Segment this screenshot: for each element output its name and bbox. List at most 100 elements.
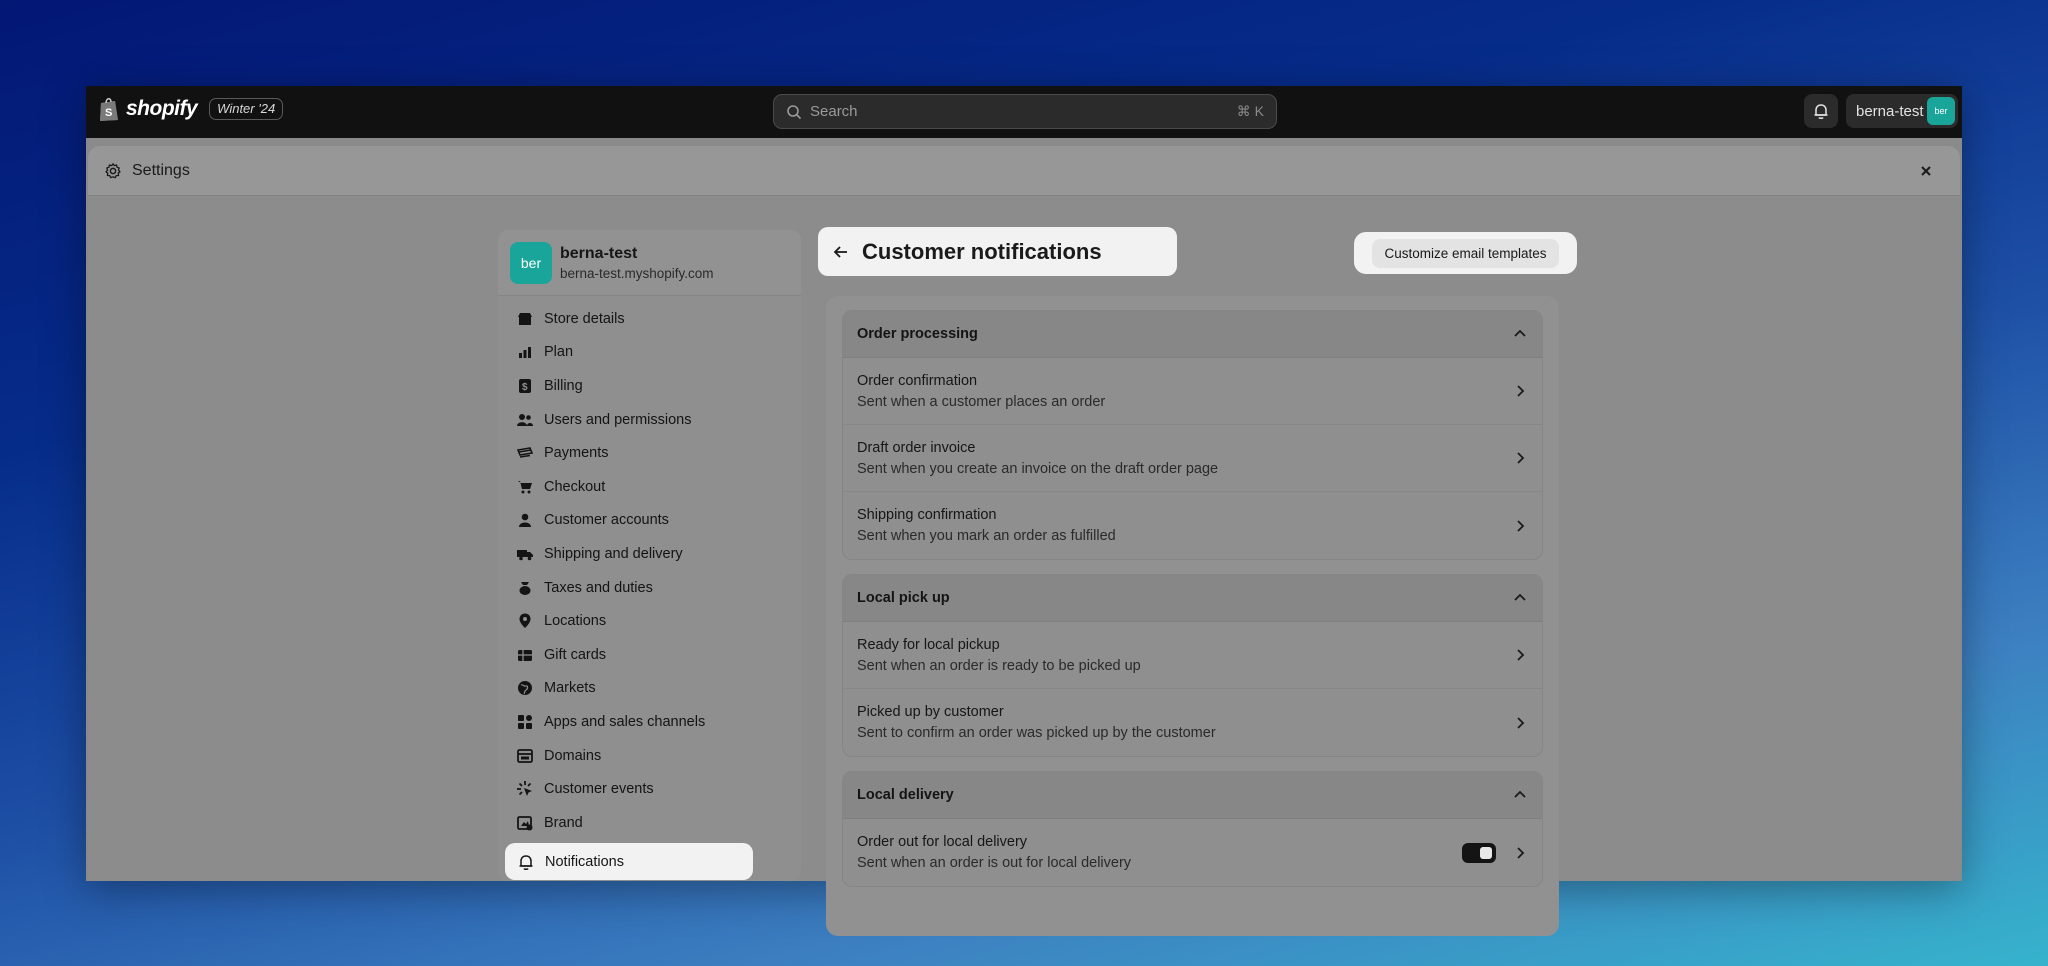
sidebar-item-locations[interactable]: Locations <box>498 604 801 638</box>
sidebar-list: Store details Plan $ Billing Users and permi… <box>498 296 801 840</box>
notification-row[interactable]: Picked up by customer Sent to confirm an … <box>843 689 1542 756</box>
sidebar-item-label: Plan <box>544 344 574 361</box>
sidebar-item-plan[interactable]: Plan <box>498 336 801 370</box>
notification-title: Draft order invoice <box>857 439 976 456</box>
store-url: berna-test.myshopify.com <box>560 265 714 281</box>
sidebar-item-checkout[interactable]: Checkout <box>498 470 801 504</box>
notification-row[interactable]: Ready for local pickup Sent when an order… <box>843 622 1542 689</box>
section-header[interactable]: Local pick up <box>843 575 1542 622</box>
chevron-right-icon <box>1517 649 1525 661</box>
sidebar-item-customer-accounts[interactable]: Customer accounts <box>498 504 801 538</box>
notification-row[interactable]: Order out for local delivery Sent when an… <box>843 819 1542 886</box>
chevron-up-icon[interactable] <box>1512 787 1528 803</box>
truck-icon <box>517 549 533 561</box>
bell-icon <box>519 854 533 870</box>
person-icon <box>519 514 531 528</box>
apps-icon <box>518 714 532 729</box>
toggle-knob <box>1480 846 1492 859</box>
notification-row[interactable]: Shipping confirmation Sent when you mark … <box>843 492 1542 559</box>
sidebar-item-label: Checkout <box>544 478 606 495</box>
notification-description: Sent when a customer places an order <box>857 393 1106 410</box>
payments-icon <box>516 447 534 458</box>
settings-sidebar: ber berna-test berna-test.myshopify.com … <box>498 230 801 881</box>
notifications-list: Order processing Order confirmation Sent w… <box>826 296 1559 936</box>
bell-icon <box>1814 104 1828 119</box>
sidebar-item-brand[interactable]: Brand <box>498 806 801 840</box>
sidebar-item-domains[interactable]: Domains <box>498 739 801 773</box>
sidebar-item-label: Gift cards <box>544 646 607 663</box>
sidebar-item-label: Domains <box>544 747 602 764</box>
edition-badge[interactable]: Winter '24 <box>209 98 284 120</box>
chevron-up-icon[interactable] <box>1512 590 1528 606</box>
svg-text:$: $ <box>522 382 528 393</box>
plan-icon <box>519 347 531 359</box>
notification-title: Shipping confirmation <box>857 507 997 523</box>
section-title: Order processing <box>857 326 978 342</box>
sidebar-item-label: Store details <box>544 310 625 327</box>
section-title: Local delivery <box>857 787 954 803</box>
store-card[interactable]: ber berna-test berna-test.myshopify.com <box>498 230 801 296</box>
customize-email-templates-area: Customize email templates <box>1354 232 1577 274</box>
notification-description: Sent when you mark an order as fulfilled <box>857 528 1116 544</box>
customize-email-templates-button[interactable]: Customize email templates <box>1372 238 1559 268</box>
sidebar-item-label: Taxes and duties <box>544 579 653 596</box>
sidebar-item-label: Customer events <box>544 781 654 798</box>
chevron-right-icon <box>1517 846 1525 859</box>
sidebar-item-label: Billing <box>544 377 583 394</box>
settings-header: Settings <box>88 146 1960 196</box>
shopify-logo[interactable]: S shopify Winter '24 <box>98 96 284 122</box>
sidebar-item-label: Notifications <box>545 853 624 870</box>
page-title-bar: Customer notifications <box>818 227 1177 276</box>
arrow-left-icon[interactable] <box>832 243 850 261</box>
events-icon <box>517 781 532 797</box>
close-icon[interactable] <box>1916 161 1936 181</box>
sidebar-item-customer-events[interactable]: Customer events <box>498 772 801 806</box>
notification-title: Ready for local pickup <box>857 636 1000 653</box>
svg-text:S: S <box>105 107 112 119</box>
page-title: Customer notifications <box>862 238 1102 264</box>
sidebar-item-shipping-and-delivery[interactable]: Shipping and delivery <box>498 537 801 571</box>
section-header[interactable]: Order processing <box>843 311 1542 358</box>
chevron-right-icon <box>1517 519 1525 532</box>
notification-title: Picked up by customer <box>857 704 1004 720</box>
billing-icon: $ <box>519 378 531 393</box>
top-bar: S shopify Winter '24 Search ⌘ K berna-te… <box>86 86 1962 138</box>
gift-card-icon <box>518 649 532 661</box>
notification-toggle[interactable] <box>1462 842 1496 863</box>
location-icon <box>519 613 531 629</box>
notification-row[interactable]: Draft order invoice Sent when you create … <box>843 425 1542 492</box>
sidebar-item-taxes-and-duties[interactable]: Taxes and duties <box>498 571 801 605</box>
section-local-pick-up: Local pick up Ready for local pickup Sent … <box>842 574 1543 757</box>
chevron-up-icon[interactable] <box>1512 326 1528 342</box>
sidebar-item-label: Locations <box>544 613 607 630</box>
store-icon <box>518 312 532 325</box>
sidebar-item-label: Brand <box>544 814 583 831</box>
chevron-right-icon <box>1517 385 1525 397</box>
notification-title: Order confirmation <box>857 372 978 389</box>
search-input[interactable]: Search ⌘ K <box>773 94 1277 129</box>
account-store-name: berna-test <box>1856 102 1924 120</box>
notifications-button[interactable] <box>1804 94 1838 128</box>
store-avatar: ber <box>510 241 552 284</box>
account-menu-button[interactable]: berna-test ber <box>1846 94 1958 128</box>
sidebar-item-apps-and-sales-channels[interactable]: Apps and sales channels <box>498 705 801 739</box>
notification-row[interactable]: Order confirmation Sent when a customer p… <box>843 358 1542 425</box>
notification-description: Sent when an order is out for local deli… <box>857 855 1132 871</box>
globe-icon <box>518 681 532 696</box>
sidebar-item-label: Shipping and delivery <box>544 545 683 562</box>
search-icon <box>787 104 802 119</box>
brand-icon <box>517 815 533 831</box>
sidebar-item-users-and-permissions[interactable]: Users and permissions <box>498 403 801 437</box>
section-header[interactable]: Local delivery <box>843 772 1542 819</box>
sidebar-item-label: Customer accounts <box>544 512 669 529</box>
sidebar-item-payments[interactable]: Payments <box>498 436 801 470</box>
sidebar-item-markets[interactable]: Markets <box>498 672 801 706</box>
sidebar-item-notifications[interactable]: Notifications <box>505 843 753 880</box>
brand-wordmark: shopify <box>126 97 198 120</box>
settings-title: Settings <box>132 161 190 179</box>
sidebar-item-gift-cards[interactable]: Gift cards <box>498 638 801 672</box>
sidebar-item-store-details[interactable]: Store details <box>498 302 801 336</box>
sidebar-item-billing[interactable]: $ Billing <box>498 369 801 403</box>
section-title: Local pick up <box>857 590 950 606</box>
taxes-icon <box>519 581 531 595</box>
